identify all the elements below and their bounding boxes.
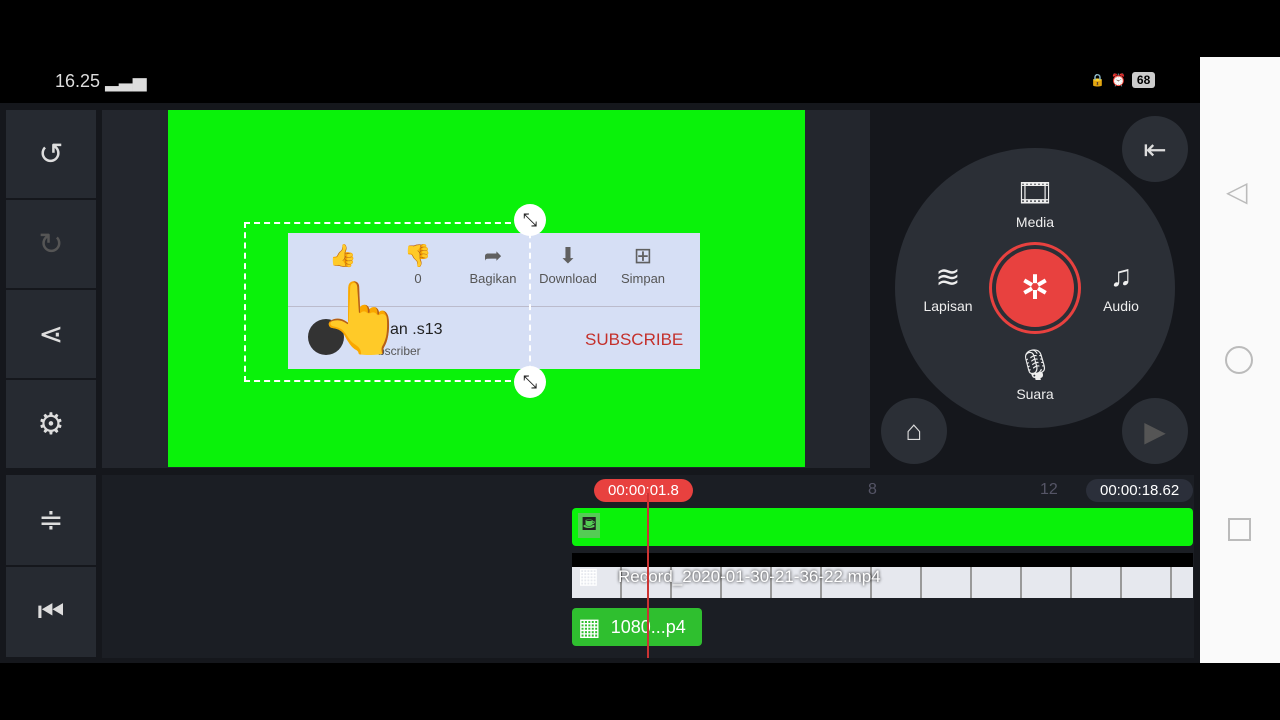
download-action: ⬇ Download	[533, 243, 603, 286]
status-time: 16.25 ▂▃▅	[55, 71, 147, 91]
settings-icon: ⚙	[37, 407, 65, 441]
track-adjust-button[interactable]: ≑	[6, 475, 96, 565]
film-strip-icon: ▦	[578, 563, 599, 588]
clip-name: Record_2020-01-30-21-36-22.mp4	[618, 567, 881, 586]
film-strip-icon: ▦	[578, 613, 601, 641]
play-button[interactable]: ▶	[1122, 398, 1188, 464]
total-duration: 00:00:18.62	[1086, 479, 1194, 502]
paint-bucket-icon: ⛾	[578, 513, 601, 538]
undo-button[interactable]: ↺	[6, 110, 96, 198]
media-button[interactable]: 🎞 Media	[995, 176, 1075, 230]
selection-box[interactable]	[244, 222, 531, 382]
status-icons: 🔒 ⏰ 68	[1090, 72, 1156, 88]
shutter-icon: ✲	[1020, 269, 1050, 307]
download-icon: ⬇	[558, 243, 578, 268]
redo-button[interactable]: ↻	[6, 200, 96, 288]
audio-button[interactable]: ♫ Audio	[1081, 260, 1161, 314]
playhead-line[interactable]	[647, 493, 649, 658]
layers-icon: ≋	[935, 261, 961, 294]
music-icon: ♫	[1109, 260, 1133, 293]
ruler-tick: 8	[868, 481, 877, 498]
skip-start-icon: ⏮	[37, 595, 65, 628]
overlay-clip[interactable]: ▦1080...p4	[572, 608, 702, 646]
exit-icon: ⇤	[1143, 133, 1167, 165]
system-nav-bar: ◁	[1200, 57, 1280, 663]
microphone-icon: 🎙	[1015, 349, 1055, 382]
signal-icon: ▂▃▅	[105, 71, 147, 91]
adjust-track-icon: ≑	[38, 503, 64, 537]
exit-button[interactable]: ⇤	[1122, 116, 1188, 182]
settings-button[interactable]: ⚙	[6, 380, 96, 468]
capture-button[interactable]: ✲	[992, 245, 1078, 331]
subscribe-label: SUBSCRIBE	[585, 330, 684, 349]
voice-button[interactable]: 🎙 Suara	[995, 348, 1075, 402]
layer-button[interactable]: ≋ Lapisan	[908, 260, 988, 314]
store-button[interactable]: ⌂	[881, 398, 947, 464]
play-icon: ▶	[1144, 415, 1166, 447]
ruler-tick: 12	[1040, 481, 1058, 498]
store-icon: ⌂	[905, 415, 923, 446]
share-icon: ⋖	[38, 317, 64, 351]
playhead-time: 00:00:01.8	[594, 479, 693, 502]
video-clip[interactable]: Record_2020-01-30-21-36-22.mp4 ▦	[572, 553, 1193, 598]
film-icon: 🎞	[1015, 177, 1055, 210]
resize-handle[interactable]: ⤡	[514, 366, 546, 398]
battery: 68	[1131, 72, 1156, 88]
recents-icon[interactable]	[1228, 518, 1251, 541]
undo-icon: ↺	[38, 137, 64, 171]
share-button[interactable]: ⋖	[6, 290, 96, 378]
alarm-icon: ⏰	[1110, 73, 1126, 87]
rotate-handle[interactable]: ⤡	[514, 204, 546, 236]
back-icon[interactable]: ◁	[1226, 175, 1248, 208]
lock-icon: 🔒	[1090, 73, 1105, 87]
background-clip[interactable]: ⛾	[572, 508, 1193, 546]
redo-icon: ↻	[38, 227, 64, 261]
playlist-add-icon: ⊞	[633, 243, 653, 268]
skip-start-button[interactable]: ⏮	[6, 567, 96, 657]
save-action: ⊞ Simpan	[608, 243, 678, 286]
home-icon[interactable]	[1225, 346, 1253, 374]
